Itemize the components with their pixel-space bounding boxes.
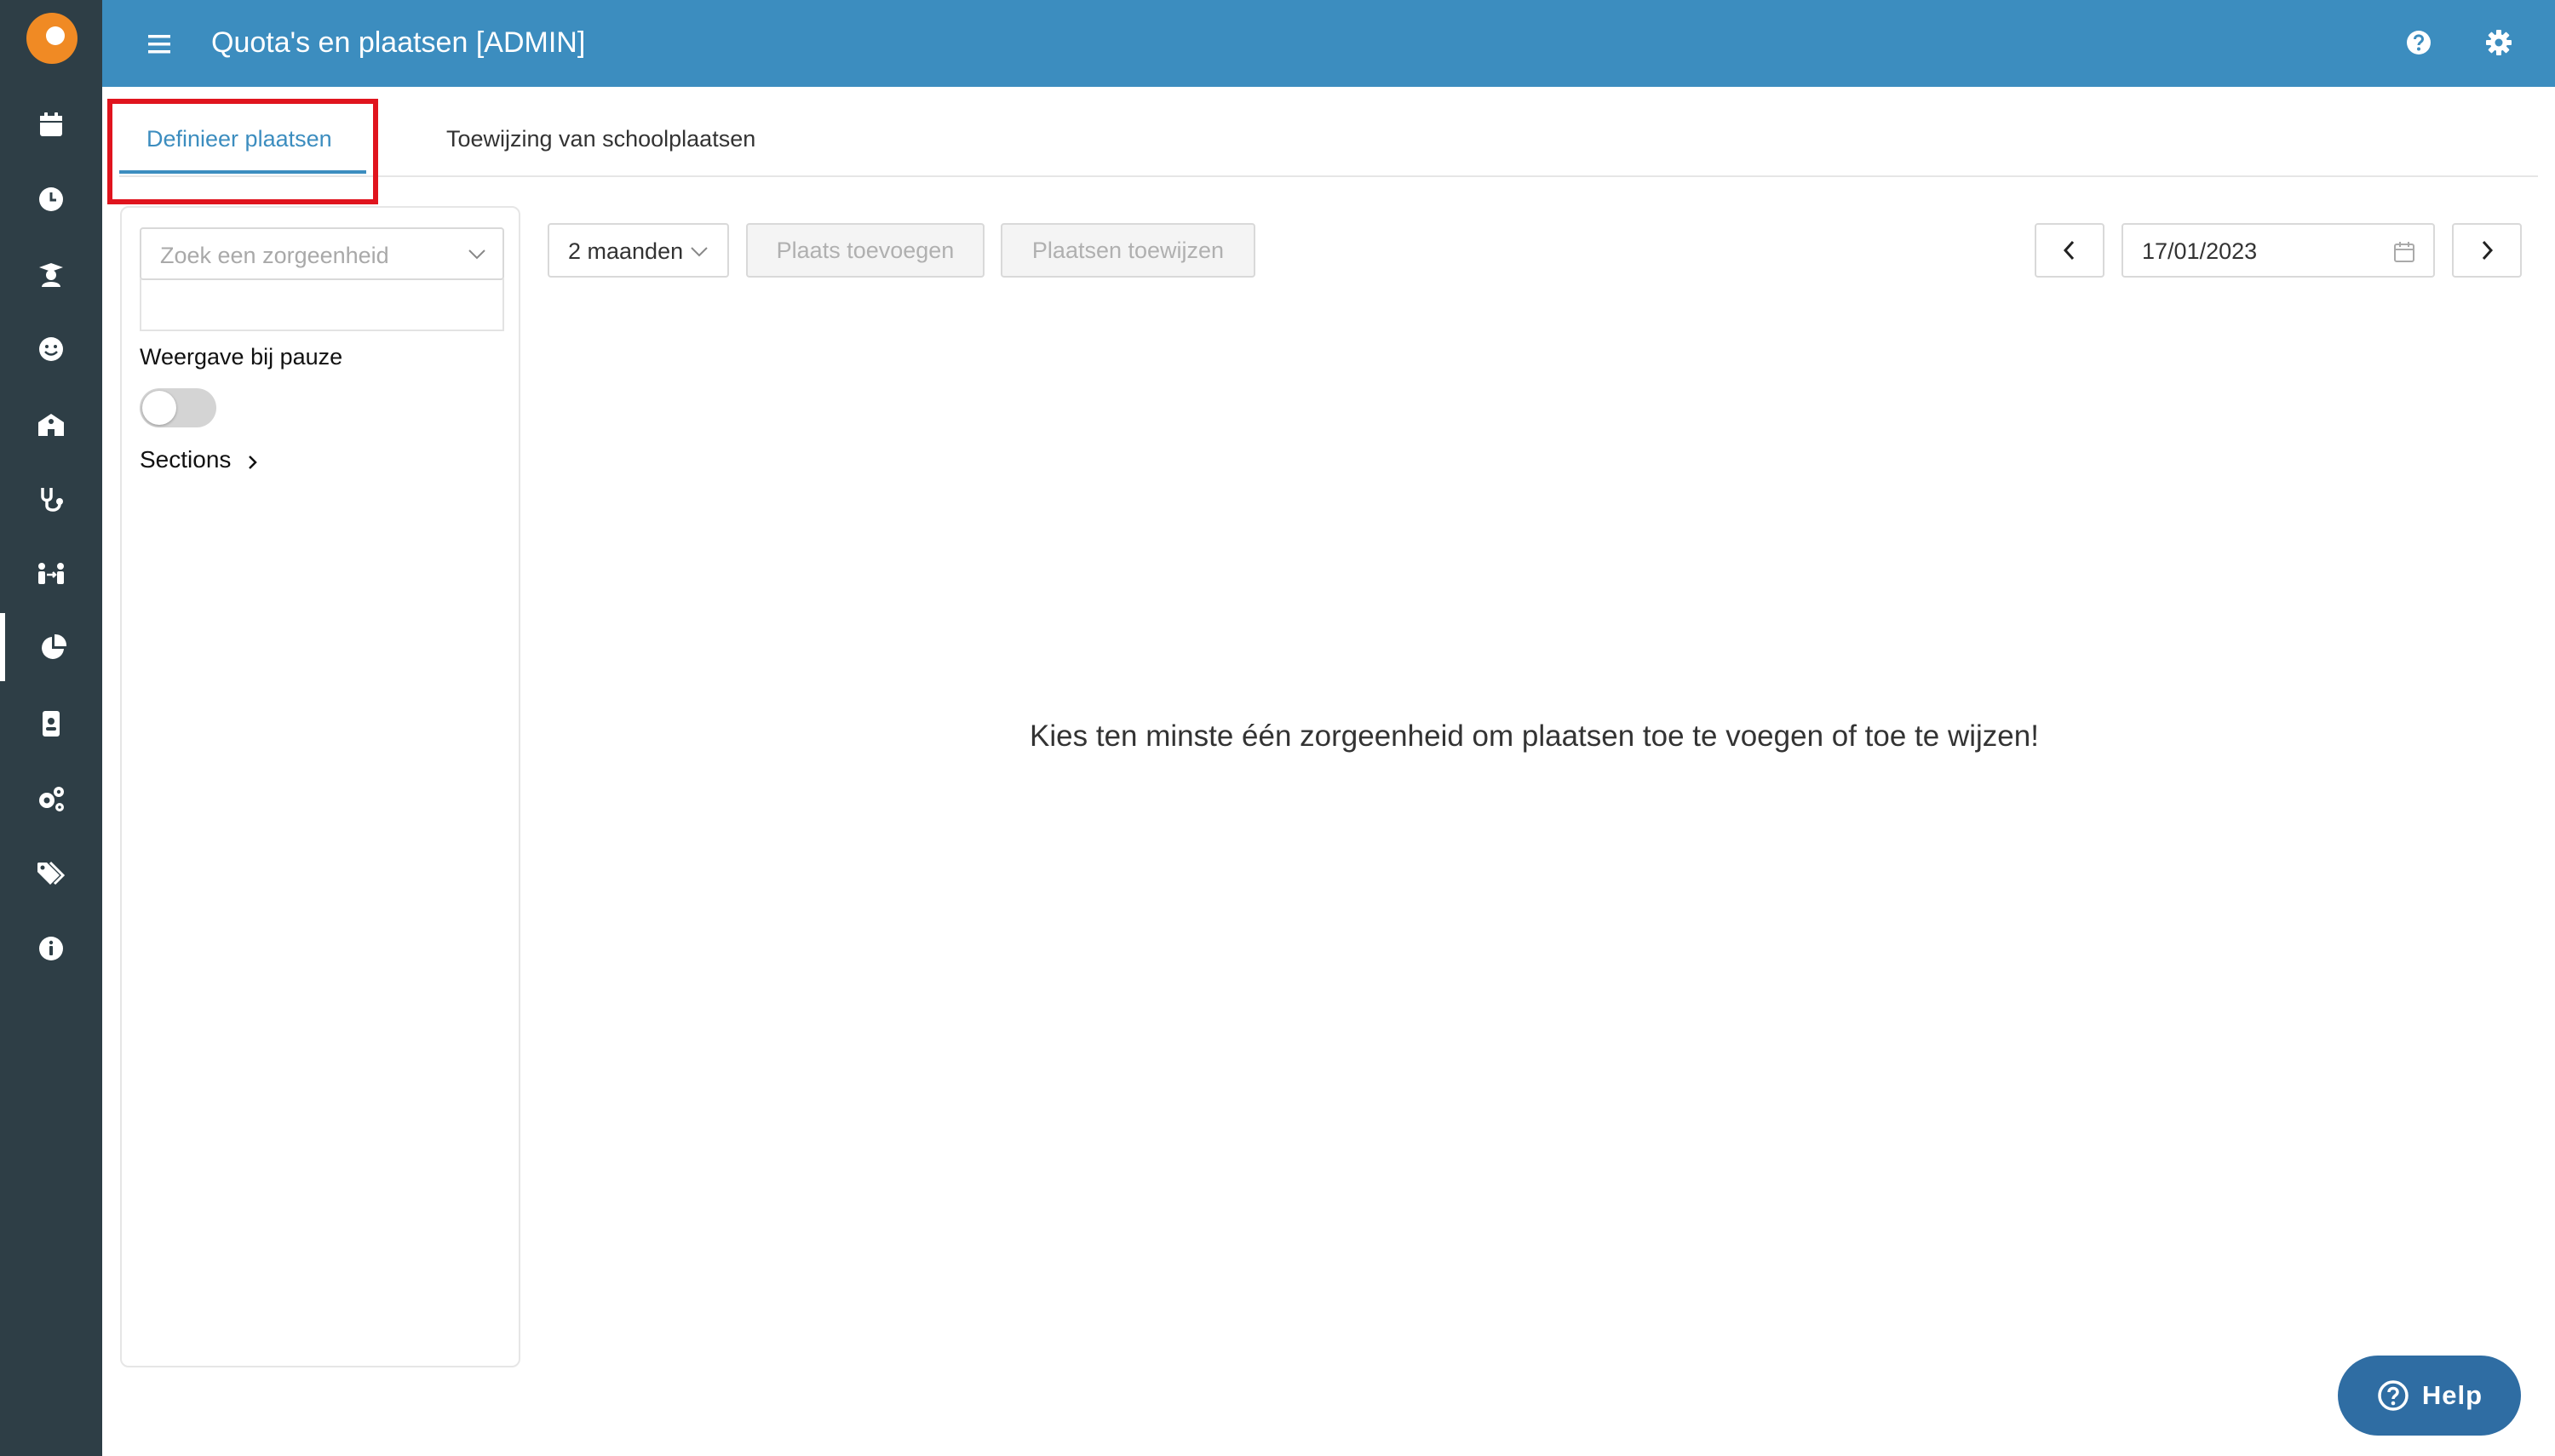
- menu-icon[interactable]: [143, 27, 177, 61]
- tab-toewijzing-schoolplaatsen[interactable]: Toewijzing van schoolplaatsen: [446, 126, 755, 152]
- page-title: Quota's en plaatsen [ADMIN]: [211, 26, 586, 59]
- people-exchange-icon: [38, 563, 64, 584]
- chevron-right-icon: [249, 456, 257, 469]
- sidebar-item-stethoscope[interactable]: [0, 465, 102, 533]
- chevron-left-icon: [2063, 240, 2075, 261]
- smiley-icon: [39, 337, 63, 361]
- add-place-button[interactable]: Plaats toevoegen: [746, 223, 985, 278]
- previous-date-button[interactable]: [2035, 223, 2104, 278]
- sidebar-item-graduate[interactable]: [0, 240, 102, 308]
- active-tab-indicator: [119, 170, 366, 174]
- cogs-icon: [39, 787, 64, 811]
- zorgeenheid-list[interactable]: [140, 278, 504, 331]
- pause-display-label: Weergave bij pauze: [140, 344, 343, 370]
- app-logo: [26, 13, 78, 64]
- question-circle-icon: [2378, 1380, 2409, 1411]
- id-badge-icon: [43, 711, 60, 737]
- sidebar-item-school[interactable]: [0, 390, 102, 458]
- gear-icon[interactable]: [2482, 26, 2516, 60]
- calendar-icon[interactable]: [2392, 240, 2416, 264]
- chevron-right-icon: [2482, 240, 2494, 261]
- sidebar-item-quota[interactable]: [0, 613, 102, 681]
- tags-icon: [37, 861, 66, 886]
- date-value: 17/01/2023: [2142, 238, 2258, 264]
- question-circle-icon[interactable]: [2402, 26, 2436, 60]
- calendar-icon: [40, 112, 62, 136]
- graduate-icon: [39, 263, 63, 287]
- sections-label: Sections: [140, 446, 232, 473]
- tab-bar: Definieer plaatsen Toewijzing van school…: [119, 102, 2538, 177]
- date-input[interactable]: 17/01/2023: [2122, 223, 2435, 278]
- stethoscope-icon: [41, 488, 63, 512]
- sidebar-item-settings[interactable]: [0, 765, 102, 833]
- pie-chart-icon: [42, 633, 67, 659]
- period-value: 2 maanden: [568, 238, 684, 264]
- help-button[interactable]: Help: [2338, 1356, 2521, 1436]
- info-icon: [39, 937, 63, 960]
- filter-panel: Zoek een zorgeenheid Weergave bij pauze …: [120, 206, 520, 1367]
- sidebar-item-clock[interactable]: [0, 165, 102, 233]
- sidebar-item-smiley[interactable]: [0, 315, 102, 383]
- tab-definieer-plaatsen[interactable]: Definieer plaatsen: [146, 126, 332, 152]
- clock-icon: [39, 187, 63, 211]
- sidebar-item-badge[interactable]: [0, 690, 102, 758]
- school-icon: [38, 414, 64, 436]
- sidebar-item-people-exchange[interactable]: [0, 540, 102, 608]
- zorgeenheid-placeholder: Zoek een zorgeenheid: [160, 243, 389, 268]
- zorgeenheid-select[interactable]: Zoek een zorgeenheid: [140, 227, 504, 280]
- sidebar-item-tags[interactable]: [0, 840, 102, 908]
- empty-state-message: Kies ten minste één zorgeenheid om plaat…: [1030, 719, 2039, 753]
- assign-places-button[interactable]: Plaatsen toewijzen: [1001, 223, 1255, 278]
- toggle-knob: [142, 391, 176, 425]
- pause-display-toggle[interactable]: [140, 388, 216, 427]
- help-button-label: Help: [2421, 1380, 2483, 1410]
- sidebar-item-calendar[interactable]: [0, 90, 102, 158]
- chevron-down-icon: [691, 247, 708, 257]
- period-select[interactable]: 2 maanden: [548, 223, 729, 278]
- sections-expander[interactable]: Sections: [140, 446, 257, 477]
- top-bar: Quota's en plaatsen [ADMIN]: [102, 0, 2555, 87]
- sidebar-item-info[interactable]: [0, 914, 102, 983]
- sidebar: [0, 0, 102, 1456]
- chevron-down-icon: [468, 249, 485, 260]
- next-date-button[interactable]: [2452, 223, 2522, 278]
